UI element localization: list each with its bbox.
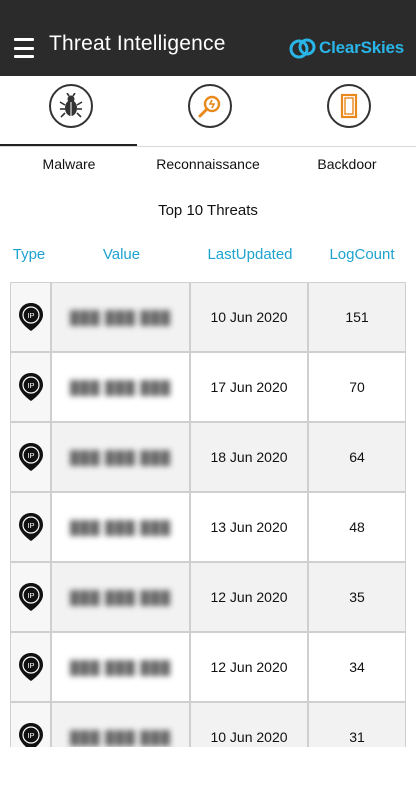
svg-text:IP: IP xyxy=(27,521,34,530)
value-cell: ███ ███ ███ xyxy=(51,352,190,422)
ip-pin-icon: IP xyxy=(18,583,43,611)
ip-pin-icon: IP xyxy=(18,653,43,681)
log-count-cell: 64 xyxy=(308,422,406,492)
last-updated-cell: 18 Jun 2020 xyxy=(190,422,308,492)
page-title: Threat Intelligence xyxy=(49,32,226,55)
type-cell: IP xyxy=(10,632,51,702)
log-count-cell: 35 xyxy=(308,562,406,632)
tab-backdoor-label: Backdoor xyxy=(317,156,377,172)
ip-pin-icon: IP xyxy=(18,373,43,401)
table-row[interactable]: IP ███ ███ ███ 10 Jun 2020 31 xyxy=(10,702,406,747)
type-cell: IP xyxy=(10,562,51,632)
log-count-cell: 70 xyxy=(308,352,406,422)
category-tabs: Malware Reconnaissance Backdoor xyxy=(0,76,416,180)
tab-malware-label: Malware xyxy=(42,156,96,172)
brand-name: ClearSkies xyxy=(319,38,404,57)
last-updated-cell: 12 Jun 2020 xyxy=(190,632,308,702)
last-updated-cell: 13 Jun 2020 xyxy=(190,492,308,562)
svg-text:IP: IP xyxy=(27,311,34,320)
table-row[interactable]: IP ███ ███ ███ 12 Jun 2020 34 xyxy=(10,632,406,702)
hamburger-menu-icon[interactable] xyxy=(14,38,34,58)
bug-icon xyxy=(49,84,93,128)
last-updated-cell: 17 Jun 2020 xyxy=(190,352,308,422)
last-updated-cell: 10 Jun 2020 xyxy=(190,282,308,352)
tab-backdoor[interactable]: Backdoor xyxy=(278,76,416,180)
type-cell: IP xyxy=(10,422,51,492)
table-row[interactable]: IP ███ ███ ███ 12 Jun 2020 35 xyxy=(10,562,406,632)
column-header-log-count[interactable]: LogCount xyxy=(312,246,412,263)
ip-pin-icon: IP xyxy=(18,443,43,471)
ip-pin-icon: IP xyxy=(18,723,43,747)
tab-reconnaissance-label: Reconnaissance xyxy=(156,156,260,172)
svg-text:IP: IP xyxy=(27,731,34,740)
type-cell: IP xyxy=(10,702,51,747)
threats-table: IP ███ ███ ███ 10 Jun 2020 151 IP ███ ██… xyxy=(10,282,406,747)
svg-text:IP: IP xyxy=(27,661,34,670)
door-icon xyxy=(327,84,371,128)
type-cell: IP xyxy=(10,352,51,422)
log-count-cell: 151 xyxy=(308,282,406,352)
column-header-value[interactable]: Value xyxy=(52,246,191,263)
value-cell: ███ ███ ███ xyxy=(51,492,190,562)
table-row[interactable]: IP ███ ███ ███ 10 Jun 2020 151 xyxy=(10,282,406,352)
svg-text:IP: IP xyxy=(27,451,34,460)
last-updated-cell: 10 Jun 2020 xyxy=(190,702,308,747)
cloud-logo-icon xyxy=(289,38,316,59)
log-count-cell: 34 xyxy=(308,632,406,702)
brand-logo: ClearSkies xyxy=(289,36,404,60)
tab-malware[interactable]: Malware xyxy=(0,76,138,180)
magnifier-icon xyxy=(188,84,232,128)
column-header-last-updated[interactable]: LastUpdated xyxy=(190,246,310,263)
svg-text:IP: IP xyxy=(27,381,34,390)
type-cell: IP xyxy=(10,492,51,562)
table-row[interactable]: IP ███ ███ ███ 17 Jun 2020 70 xyxy=(10,352,406,422)
value-cell: ███ ███ ███ xyxy=(51,632,190,702)
value-cell: ███ ███ ███ xyxy=(51,422,190,492)
log-count-cell: 48 xyxy=(308,492,406,562)
value-cell: ███ ███ ███ xyxy=(51,702,190,747)
last-updated-cell: 12 Jun 2020 xyxy=(190,562,308,632)
value-cell: ███ ███ ███ xyxy=(51,562,190,632)
type-cell: IP xyxy=(10,282,51,352)
column-header-type[interactable]: Type xyxy=(10,246,48,263)
ip-pin-icon: IP xyxy=(18,303,43,331)
section-title: Top 10 Threats xyxy=(158,202,258,219)
tabs-divider xyxy=(0,146,416,147)
log-count-cell: 31 xyxy=(308,702,406,747)
table-row[interactable]: IP ███ ███ ███ 18 Jun 2020 64 xyxy=(10,422,406,492)
svg-text:IP: IP xyxy=(27,591,34,600)
tab-reconnaissance[interactable]: Reconnaissance xyxy=(139,76,277,180)
ip-pin-icon: IP xyxy=(18,513,43,541)
app-header: Threat Intelligence ClearSkies xyxy=(0,0,416,76)
table-row[interactable]: IP ███ ███ ███ 13 Jun 2020 48 xyxy=(10,492,406,562)
value-cell: ███ ███ ███ xyxy=(51,282,190,352)
